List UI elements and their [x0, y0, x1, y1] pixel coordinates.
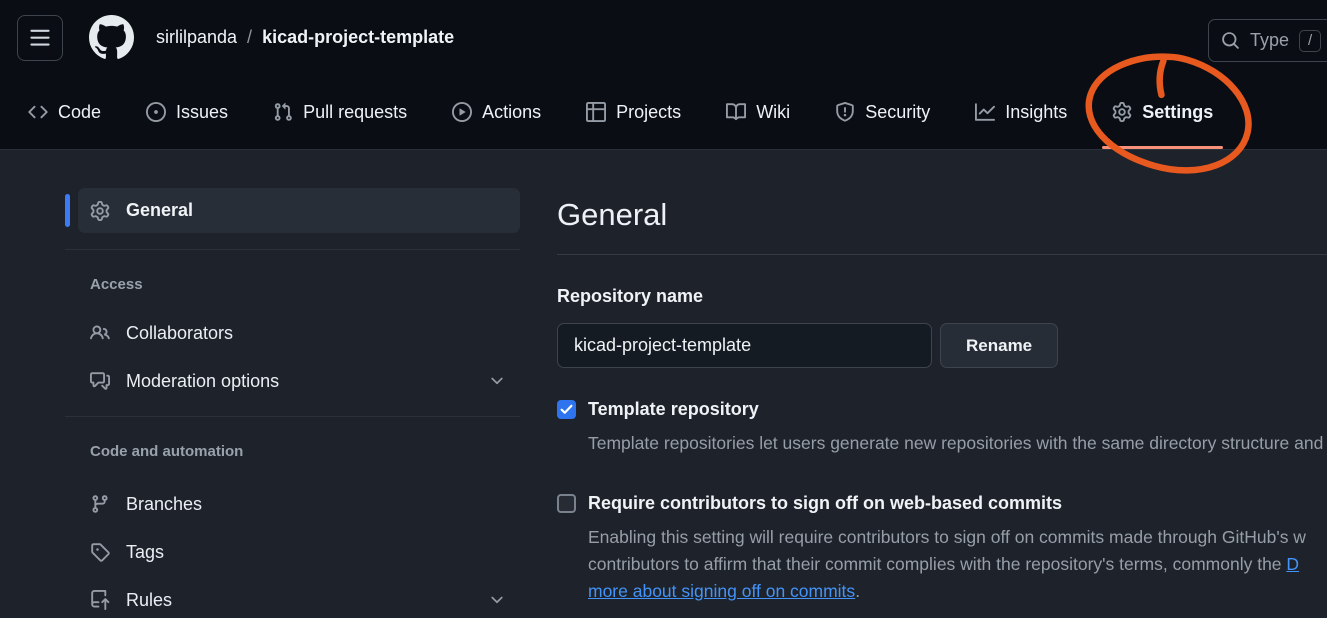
git-pull-request-icon: [273, 102, 293, 122]
sidebar-item-general[interactable]: General: [78, 188, 520, 233]
tab-actions[interactable]: Actions: [440, 75, 553, 149]
tab-issues[interactable]: Issues: [134, 75, 240, 149]
repo-nav: Code Issues Pull requests Actions Projec…: [0, 75, 1327, 150]
chevron-down-icon: [488, 372, 506, 390]
repository-name-label: Repository name: [557, 286, 1327, 307]
comment-discussion-icon: [90, 371, 110, 391]
tab-settings[interactable]: Settings: [1100, 75, 1225, 149]
sidebar-item-tags[interactable]: Tags: [78, 537, 520, 567]
sidebar-item-label: Branches: [126, 494, 202, 515]
repository-name-input[interactable]: [557, 323, 932, 368]
sidebar-divider: [65, 416, 520, 417]
tab-projects[interactable]: Projects: [574, 75, 693, 149]
tab-insights[interactable]: Insights: [963, 75, 1079, 149]
code-icon: [28, 102, 48, 122]
sidebar-item-label: General: [126, 200, 193, 221]
breadcrumb-repo-link[interactable]: kicad-project-template: [262, 27, 454, 48]
sidebar-item-rules[interactable]: Rules: [78, 585, 520, 615]
git-branch-icon: [90, 494, 110, 514]
settings-main: General Repository name Rename Template …: [557, 150, 1327, 605]
section-header-code-and-automation: Code and automation: [90, 443, 520, 461]
header-top-row: sirlilpanda / kicad-project-template Typ…: [0, 0, 1327, 75]
table-icon: [586, 102, 606, 122]
issue-opened-icon: [146, 102, 166, 122]
slash-shortcut-hint: /: [1299, 30, 1321, 52]
sidebar-item-branches[interactable]: Branches: [78, 489, 520, 519]
people-icon: [90, 323, 110, 343]
book-icon: [726, 102, 746, 122]
play-icon: [452, 102, 472, 122]
search-placeholder: Type: [1250, 30, 1289, 51]
tab-wiki[interactable]: Wiki: [714, 75, 802, 149]
dco-link[interactable]: D: [1286, 554, 1299, 574]
settings-sidebar: General Access Collaborators Moderation …: [0, 150, 537, 615]
check-icon: [560, 404, 573, 415]
breadcrumb-separator: /: [247, 27, 252, 48]
search-input[interactable]: Type /: [1208, 19, 1327, 62]
sidebar-item-label: Moderation options: [126, 371, 279, 392]
section-header-access: Access: [90, 276, 520, 294]
template-repository-description: Template repositories let users generate…: [588, 430, 1327, 457]
signoff-learn-more-link[interactable]: more about signing off on commits: [588, 581, 855, 601]
active-item-accent-bar: [65, 194, 70, 227]
description-line-2: contributors to affirm that their commit…: [588, 551, 1327, 578]
web-commit-signoff-description: Enabling this setting will require contr…: [588, 524, 1327, 605]
repo-push-icon: [90, 590, 110, 610]
github-settings-page: sirlilpanda / kicad-project-template Typ…: [0, 0, 1327, 618]
template-repository-label: Template repository: [588, 399, 759, 420]
sidebar-item-moderation-options[interactable]: Moderation options: [78, 366, 520, 396]
web-commit-signoff-checkbox[interactable]: [557, 494, 576, 513]
shield-icon: [835, 102, 855, 122]
title-divider: [557, 254, 1327, 255]
rename-button[interactable]: Rename: [940, 323, 1058, 368]
tab-code[interactable]: Code: [16, 75, 113, 149]
sidebar-divider: [65, 249, 520, 250]
github-logo[interactable]: [89, 15, 134, 60]
description-line-3: more about signing off on commits.: [588, 578, 1327, 605]
breadcrumb: sirlilpanda / kicad-project-template: [156, 27, 454, 48]
chevron-down-icon: [488, 591, 506, 609]
breadcrumb-owner-link[interactable]: sirlilpanda: [156, 27, 237, 48]
graph-icon: [975, 102, 995, 122]
sidebar-item-label: Collaborators: [126, 323, 233, 344]
tag-icon: [90, 542, 110, 562]
search-icon: [1221, 31, 1240, 50]
tab-pull-requests[interactable]: Pull requests: [261, 75, 419, 149]
active-tab-underline: [1102, 146, 1223, 149]
sidebar-item-collaborators[interactable]: Collaborators: [78, 318, 520, 348]
tab-security[interactable]: Security: [823, 75, 942, 149]
gear-icon: [90, 201, 110, 221]
sidebar-item-label: Tags: [126, 542, 164, 563]
template-repository-checkbox[interactable]: [557, 400, 576, 419]
three-bars-icon: [29, 27, 51, 49]
sidebar-item-label: Rules: [126, 590, 172, 611]
gear-icon: [1112, 102, 1132, 122]
page-title: General: [557, 194, 1327, 235]
web-commit-signoff-label: Require contributors to sign off on web-…: [588, 493, 1062, 514]
description-line-1: Enabling this setting will require contr…: [588, 524, 1327, 551]
hamburger-menu-button[interactable]: [17, 15, 63, 61]
app-header: sirlilpanda / kicad-project-template Typ…: [0, 0, 1327, 150]
